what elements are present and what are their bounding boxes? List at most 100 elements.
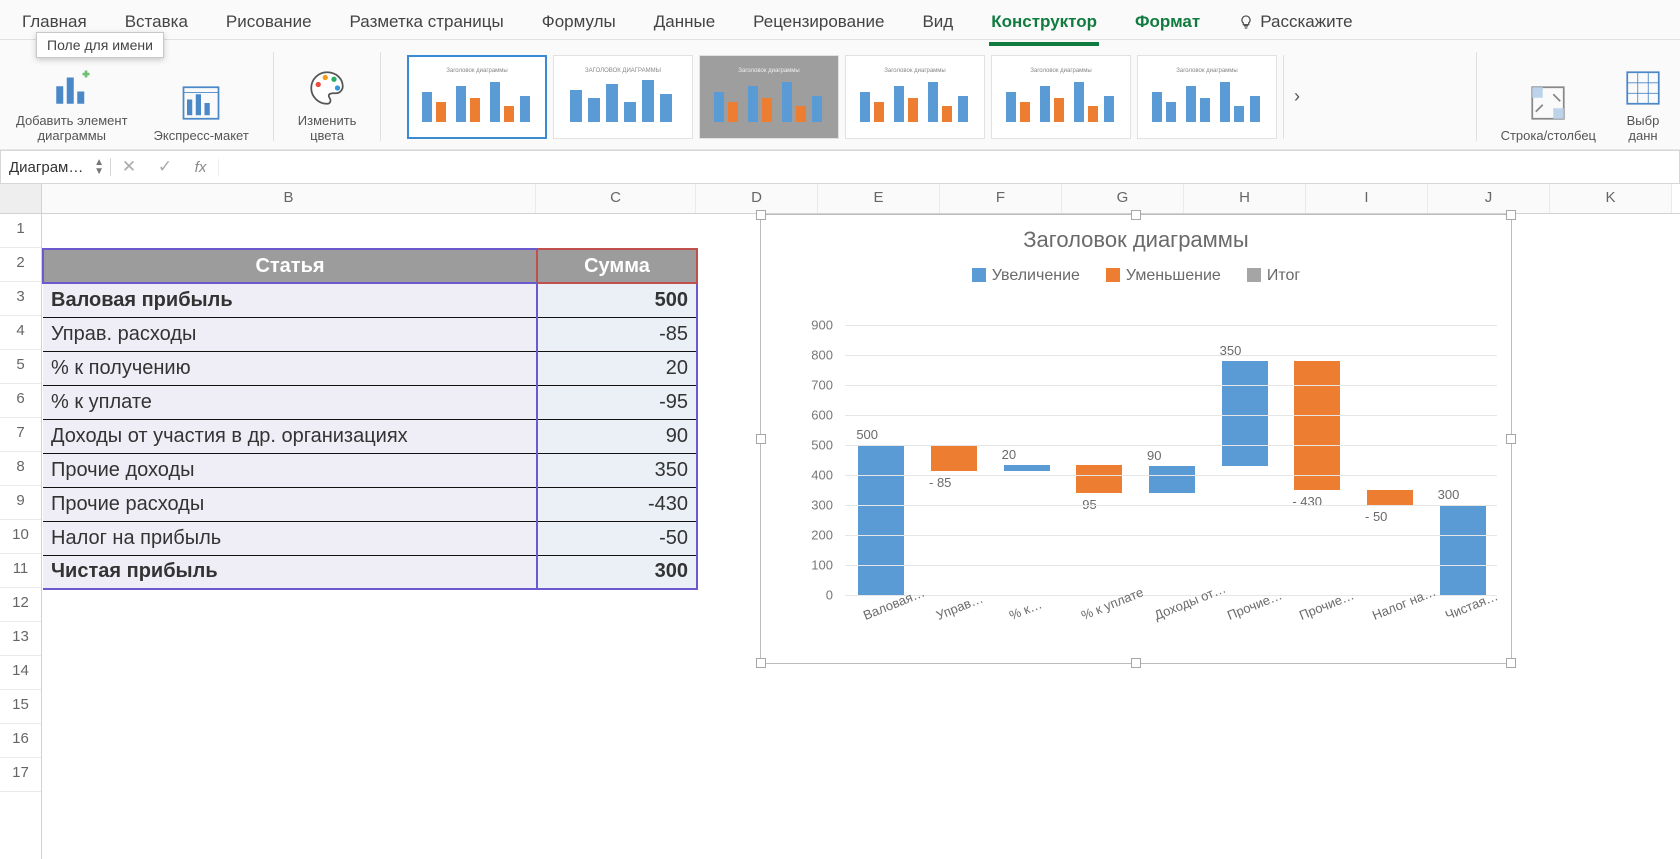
chart-plot-area[interactable]: 0100200300400500600700800900 500- 8520- … bbox=[801, 325, 1497, 593]
chart-style-4[interactable]: Заголовок диаграммы bbox=[845, 55, 985, 139]
chart-bar[interactable] bbox=[1294, 361, 1340, 490]
tab-review[interactable]: Рецензирование bbox=[751, 8, 886, 42]
column-header[interactable]: F bbox=[940, 184, 1062, 213]
row-header[interactable]: 9 bbox=[0, 486, 41, 520]
chart-bar[interactable] bbox=[1222, 361, 1268, 466]
cell-article[interactable]: Валовая прибыль bbox=[43, 283, 537, 317]
svg-text:Заголовок диаграммы: Заголовок диаграммы bbox=[739, 68, 801, 74]
cell-sum[interactable]: 90 bbox=[537, 419, 697, 453]
cell-sum[interactable]: 300 bbox=[537, 555, 697, 589]
row-header[interactable]: 3 bbox=[0, 282, 41, 316]
resize-handle[interactable] bbox=[1506, 210, 1516, 220]
cancel-formula-button[interactable]: ✕ bbox=[111, 157, 147, 177]
cell-article[interactable]: % к уплате bbox=[43, 385, 537, 419]
cell-article[interactable]: Управ. расходы bbox=[43, 317, 537, 351]
tab-draw[interactable]: Рисование bbox=[224, 8, 314, 42]
resize-handle[interactable] bbox=[756, 210, 766, 220]
cell-article[interactable]: % к получению bbox=[43, 351, 537, 385]
tab-data[interactable]: Данные bbox=[652, 8, 717, 42]
column-header[interactable]: J bbox=[1428, 184, 1550, 213]
switch-row-column-button[interactable]: Строка/столбец bbox=[1497, 48, 1600, 145]
row-header[interactable]: 11 bbox=[0, 554, 41, 588]
row-header[interactable]: 6 bbox=[0, 384, 41, 418]
chart-bar[interactable] bbox=[858, 445, 904, 595]
separator bbox=[380, 52, 381, 141]
y-tick-label: 200 bbox=[811, 528, 833, 543]
cell-sum[interactable]: 500 bbox=[537, 283, 697, 317]
row-header[interactable]: 1 bbox=[0, 214, 41, 248]
tab-formulas[interactable]: Формулы bbox=[540, 8, 618, 42]
tab-format[interactable]: Формат bbox=[1133, 8, 1202, 42]
column-header[interactable]: H bbox=[1184, 184, 1306, 213]
row-header[interactable]: 17 bbox=[0, 758, 41, 792]
column-header[interactable]: E bbox=[818, 184, 940, 213]
chart-bar[interactable] bbox=[1440, 505, 1486, 595]
row-header[interactable]: 10 bbox=[0, 520, 41, 554]
cell-article[interactable]: Прочие расходы bbox=[43, 487, 537, 521]
resize-handle[interactable] bbox=[1131, 658, 1141, 668]
add-chart-element-button[interactable]: Добавить элемент диаграммы bbox=[12, 48, 132, 145]
chart-bar[interactable] bbox=[1076, 465, 1122, 494]
resize-handle[interactable] bbox=[1131, 210, 1141, 220]
row-header[interactable]: 5 bbox=[0, 350, 41, 384]
chart-bar[interactable] bbox=[1367, 490, 1413, 505]
tab-view[interactable]: Вид bbox=[920, 8, 955, 42]
chart-legend[interactable]: Увеличение Уменьшение Итог bbox=[761, 267, 1511, 285]
resize-handle[interactable] bbox=[756, 658, 766, 668]
chart-style-1[interactable]: Заголовок диаграммы bbox=[407, 55, 547, 139]
chart-style-3[interactable]: Заголовок диаграммы bbox=[699, 55, 839, 139]
cell-article[interactable]: Доходы от участия в др. организациях bbox=[43, 419, 537, 453]
cell-article[interactable]: Чистая прибыль bbox=[43, 555, 537, 589]
chart-style-2[interactable]: ЗАГОЛОВОК ДИАГРАММЫ bbox=[553, 55, 693, 139]
column-header[interactable]: I bbox=[1306, 184, 1428, 213]
chart-bar[interactable] bbox=[931, 445, 977, 471]
row-header[interactable]: 14 bbox=[0, 656, 41, 690]
column-header[interactable]: C bbox=[536, 184, 696, 213]
chart-object[interactable]: Заголовок диаграммы Увеличение Уменьшени… bbox=[760, 214, 1512, 664]
row-header[interactable]: 2 bbox=[0, 248, 41, 282]
cell-article[interactable]: Прочие доходы bbox=[43, 453, 537, 487]
y-tick-label: 400 bbox=[811, 468, 833, 483]
add-chart-element-label: Добавить элемент диаграммы bbox=[16, 113, 128, 143]
chart-bar[interactable] bbox=[1004, 465, 1050, 471]
row-header[interactable]: 8 bbox=[0, 452, 41, 486]
cell-sum[interactable]: 20 bbox=[537, 351, 697, 385]
change-colors-button[interactable]: Изменить цвета bbox=[294, 48, 361, 145]
spreadsheet-grid[interactable]: 1234567891011121314151617 BCDEFGHIJK Ста… bbox=[0, 184, 1680, 859]
row-header[interactable]: 7 bbox=[0, 418, 41, 452]
chart-title[interactable]: Заголовок диаграммы bbox=[761, 215, 1511, 253]
quick-layout-button[interactable]: Экспресс-макет bbox=[150, 48, 253, 145]
column-header[interactable]: B bbox=[42, 184, 536, 213]
gridline bbox=[845, 565, 1497, 566]
name-box-spinner[interactable]: ▲▼ bbox=[94, 158, 104, 176]
chart-style-5[interactable]: Заголовок диаграммы bbox=[991, 55, 1131, 139]
chart-styles-more-button[interactable]: › bbox=[1283, 55, 1309, 139]
resize-handle[interactable] bbox=[1506, 658, 1516, 668]
tab-chart-design[interactable]: Конструктор bbox=[989, 8, 1099, 46]
row-header[interactable]: 12 bbox=[0, 588, 41, 622]
row-header[interactable]: 4 bbox=[0, 316, 41, 350]
fx-label[interactable]: fx bbox=[183, 159, 219, 176]
cell-article[interactable]: Налог на прибыль bbox=[43, 521, 537, 555]
resize-handle[interactable] bbox=[756, 434, 766, 444]
select-data-button[interactable]: Выбр данн bbox=[1618, 48, 1668, 145]
column-header[interactable]: K bbox=[1550, 184, 1672, 213]
column-header[interactable]: D bbox=[696, 184, 818, 213]
row-header[interactable]: 16 bbox=[0, 724, 41, 758]
cell-sum[interactable]: -85 bbox=[537, 317, 697, 351]
tab-page-layout[interactable]: Разметка страницы bbox=[348, 8, 506, 42]
cell-sum[interactable]: -50 bbox=[537, 521, 697, 555]
chart-style-6[interactable]: Заголовок диаграммы bbox=[1137, 55, 1277, 139]
cell-sum[interactable]: 350 bbox=[537, 453, 697, 487]
row-header[interactable]: 13 bbox=[0, 622, 41, 656]
row-header[interactable]: 15 bbox=[0, 690, 41, 724]
name-box[interactable]: Диаграм… ▲▼ bbox=[1, 158, 111, 176]
accept-formula-button[interactable]: ✓ bbox=[147, 157, 183, 177]
cell-sum[interactable]: -95 bbox=[537, 385, 697, 419]
chart-bar[interactable] bbox=[1149, 466, 1195, 493]
select-all-corner[interactable] bbox=[0, 184, 42, 214]
column-header[interactable]: G bbox=[1062, 184, 1184, 213]
cell-sum[interactable]: -430 bbox=[537, 487, 697, 521]
tab-tell-me[interactable]: Расскажите bbox=[1236, 8, 1354, 42]
resize-handle[interactable] bbox=[1506, 434, 1516, 444]
